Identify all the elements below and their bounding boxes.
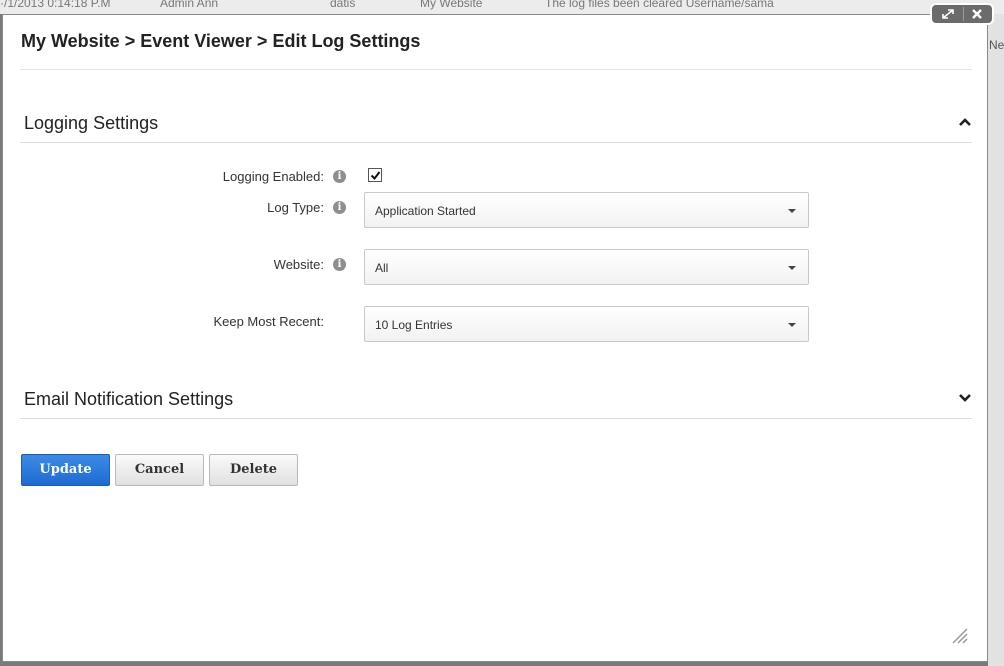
bg-fragment: datis xyxy=(330,0,356,10)
chevron-down-icon[interactable] xyxy=(958,391,972,405)
select-value: Application Started xyxy=(375,204,476,218)
dropdown-arrow-icon xyxy=(788,323,796,327)
website-select[interactable]: All xyxy=(364,249,809,285)
background-page-right: Ne xyxy=(988,14,1004,666)
log-type-select[interactable]: Application Started xyxy=(364,192,809,228)
select-value: All xyxy=(375,261,389,275)
page-title: My Website > Event Viewer > Edit Log Set… xyxy=(21,31,421,51)
info-icon[interactable]: i xyxy=(333,258,346,271)
expand-arrows-icon[interactable] xyxy=(935,6,961,22)
logging-enabled-label: Logging Enabled: xyxy=(222,169,324,184)
chevron-up-icon[interactable] xyxy=(958,115,972,129)
title-divider xyxy=(20,69,972,70)
bg-fragment: Admin Ann xyxy=(160,0,219,10)
dropdown-arrow-icon xyxy=(788,209,796,213)
keep-most-recent-label: Keep Most Recent: xyxy=(213,314,324,329)
resize-grip-icon[interactable] xyxy=(949,625,969,645)
keep-most-recent-select[interactable]: 10 Log Entries xyxy=(364,306,809,342)
logging-enabled-checkbox[interactable] xyxy=(368,168,382,182)
dialog-window-controls xyxy=(930,3,994,25)
delete-button[interactable]: Delete xyxy=(209,454,298,486)
edit-log-settings-dialog: My Website > Event Viewer > Edit Log Set… xyxy=(2,14,988,662)
bg-fragment: My Website xyxy=(420,0,483,10)
controls-divider xyxy=(963,7,964,21)
log-type-label: Log Type: xyxy=(267,200,324,215)
email-notification-settings-header[interactable]: Email Notification Settings xyxy=(20,385,972,419)
close-x-icon[interactable] xyxy=(965,6,991,22)
background-page-strip: ·/1/2013 0:14:18 P.M Admin Ann datis My … xyxy=(0,0,1004,14)
update-button[interactable]: Update xyxy=(21,454,110,486)
select-value: 10 Log Entries xyxy=(375,318,453,332)
info-icon[interactable]: i xyxy=(333,170,346,183)
website-label: Website: xyxy=(273,257,324,272)
cancel-button[interactable]: Cancel xyxy=(115,454,204,486)
bg-fragment: The log files been cleared Username/sama xyxy=(545,0,774,10)
info-icon[interactable]: i xyxy=(333,201,346,214)
logging-settings-header[interactable]: Logging Settings xyxy=(20,109,972,143)
section-title: Logging Settings xyxy=(24,113,159,133)
section-title: Email Notification Settings xyxy=(24,389,234,409)
bg-fragment: Ne xyxy=(989,38,1004,52)
dropdown-arrow-icon xyxy=(788,266,796,270)
checkmark-icon xyxy=(370,171,381,181)
bg-fragment: ·/1/2013 0:14:18 P.M xyxy=(0,0,111,10)
